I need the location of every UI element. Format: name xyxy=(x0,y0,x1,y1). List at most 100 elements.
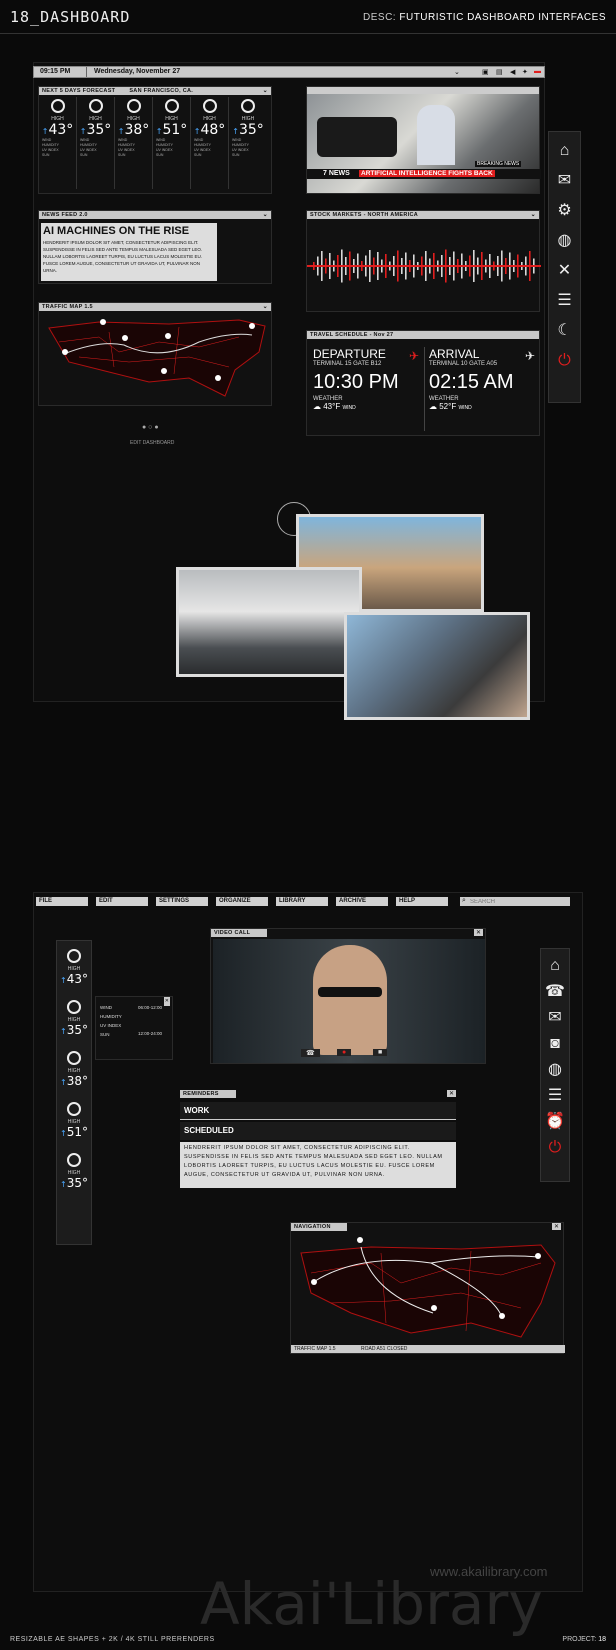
chevron-down-icon[interactable]: ⌄ xyxy=(454,68,460,76)
navigation-map[interactable] xyxy=(291,1233,563,1347)
map-pin-icon[interactable] xyxy=(215,375,221,381)
caller-figure xyxy=(313,945,387,1055)
menu-archive[interactable]: ARCHIVE xyxy=(336,897,388,906)
cloud-icon xyxy=(126,99,141,113)
map-pin-icon[interactable] xyxy=(62,349,68,355)
map-pin-icon[interactable] xyxy=(249,323,255,329)
arrival-block: ARRIVAL ✈ TERMINAL 10 GATE A05 02:15 AM … xyxy=(429,347,539,411)
settings-icon[interactable]: ✦ xyxy=(522,68,528,76)
weather-day: HIGH ↑35° xyxy=(57,1153,91,1190)
temp-value: ↑35° xyxy=(79,122,112,138)
database-icon[interactable]: ☰ xyxy=(554,290,576,312)
menu-file[interactable]: FILE xyxy=(36,897,88,906)
home-icon[interactable]: ⌂ xyxy=(554,140,576,162)
popup-humidity: HUMIDITY xyxy=(100,1014,122,1019)
system-top-bar: 09:15 PM Wednesday, November 27 ⌄ ▣ ▤ ◀ … xyxy=(33,66,545,78)
page-dots[interactable]: ● ○ ● xyxy=(142,424,159,431)
reminder-work[interactable]: WORK xyxy=(180,1102,456,1120)
forecast-panel: NEXT 5 DAYS FORECAST SAN FRANCISCO, CA. ⌄ … xyxy=(38,86,272,194)
close-icon[interactable]: ✕ xyxy=(473,929,483,936)
map-pin-icon[interactable] xyxy=(311,1279,317,1285)
moon-icon[interactable]: ☾ xyxy=(554,320,576,342)
close-icon[interactable]: ✕ xyxy=(554,260,576,282)
video-call-panel[interactable]: VIDEO CALL ✕ ☎ ● ■ xyxy=(210,928,486,1064)
power-icon[interactable]: ⏻ xyxy=(544,1137,566,1159)
mail-icon[interactable]: ✉ xyxy=(544,1007,566,1029)
video-icon[interactable]: ■ xyxy=(373,1049,388,1056)
forecast-title: NEXT 5 DAYS FORECAST xyxy=(42,88,116,94)
news-video-panel[interactable]: BREAKING NEWS 7 NEWS ARTIFICIAL INTELLIG… xyxy=(306,86,541,194)
sunglasses xyxy=(318,987,382,997)
photo-photographer[interactable] xyxy=(344,612,530,720)
search-icon: ⌕ xyxy=(462,897,466,904)
volume-icon[interactable]: ◀ xyxy=(510,68,515,76)
alarm-icon[interactable]: ⏰ xyxy=(544,1111,566,1133)
close-icon[interactable]: ✕ xyxy=(446,1090,456,1097)
forecast-day: HIGH ↑38° WIND HUMIDITY UV INDEX SUN xyxy=(115,97,153,189)
save-icon[interactable]: ▤ xyxy=(496,68,503,76)
home-icon[interactable]: ⌂ xyxy=(544,955,566,977)
record-icon[interactable]: ● xyxy=(337,1049,352,1056)
chevron-down-icon[interactable]: ⌄ xyxy=(263,87,268,95)
gear-icon[interactable]: ⚙ xyxy=(554,200,576,222)
weather-strip: HIGH ↑43° HIGH ↑35° HIGH ↑38° HIGH ↑51° HIGH… xyxy=(56,940,92,1245)
map-pin-icon[interactable] xyxy=(165,333,171,339)
close-icon[interactable]: ✕ xyxy=(551,1223,561,1230)
breaking-label: BREAKING NEWS xyxy=(475,161,522,167)
footer-right: PROJECT: 18 xyxy=(562,1636,606,1643)
menu-library[interactable]: LIBRARY xyxy=(276,897,328,906)
forecast-day: HIGH ↑48° WIND HUMIDITY UV INDEX SUN xyxy=(191,97,229,189)
forecast-day: HIGH ↑43° WIND HUMIDITY UV INDEX SUN xyxy=(39,97,77,189)
forecast-day: HIGH ↑35° WIND HUMIDITY UV INDEX SUN xyxy=(77,97,115,189)
map-pin-icon[interactable] xyxy=(499,1313,505,1319)
map-pin-icon[interactable] xyxy=(431,1305,437,1311)
menu-organize[interactable]: ORGANIZE xyxy=(216,897,268,906)
map-pin-icon[interactable] xyxy=(122,335,128,341)
page-title: 18_DASHBOARD xyxy=(10,8,131,26)
menu-settings[interactable]: SETTINGS xyxy=(156,897,208,906)
sun-icon xyxy=(202,99,217,113)
player-controls[interactable] xyxy=(307,87,539,94)
page-description: DESC: FUTURISTIC DASHBOARD INTERFACES xyxy=(363,12,606,23)
chevron-down-icon[interactable]: ⌄ xyxy=(263,303,268,311)
cloud-icon xyxy=(67,1051,81,1065)
navigation-panel[interactable]: NAVIGATION ✕ TRAFFIC MAP 1.5 ROAD A51 CL… xyxy=(290,1222,565,1354)
chevron-down-icon[interactable]: ⌄ xyxy=(531,211,536,219)
edit-dashboard-link[interactable]: EDIT DASHBOARD xyxy=(130,440,174,446)
reminder-scheduled[interactable]: SCHEDULED xyxy=(180,1122,456,1140)
menu-help[interactable]: HELP xyxy=(396,897,448,906)
news-card[interactable]: AI MACHINES ON THE RISE HENDRERIT IPSUM … xyxy=(41,223,217,281)
menu-bar: FILE EDIT SETTINGS ORGANIZE LIBRARY ARCH… xyxy=(36,897,581,907)
globe-icon[interactable]: ◍ xyxy=(544,1059,566,1081)
mail-icon[interactable]: ✉ xyxy=(554,170,576,192)
departure-block: DEPARTURE ✈ TERMINAL 15 GATE B12 10:30 P… xyxy=(313,347,425,411)
stock-chart[interactable] xyxy=(307,221,541,311)
phone-icon[interactable]: ☎ xyxy=(544,981,566,1003)
photo-bridge[interactable] xyxy=(176,567,362,677)
video-feed: ☎ ● ■ xyxy=(213,939,485,1063)
database-icon[interactable]: ☰ xyxy=(544,1085,566,1107)
close-icon[interactable]: ✕ xyxy=(163,997,170,1006)
map-pin-icon[interactable] xyxy=(535,1253,541,1259)
power-icon[interactable]: ⏻ xyxy=(554,350,576,372)
battery-icon: ▬ xyxy=(534,68,541,75)
cloud-rain-icon xyxy=(88,99,103,113)
weather-day: HIGH ↑35° xyxy=(57,1000,91,1037)
menu-edit[interactable]: EDIT xyxy=(96,897,148,906)
search-input[interactable] xyxy=(460,897,570,906)
map-pin-icon[interactable] xyxy=(100,319,106,325)
news-body: HENDRERIT IPSUM DOLOR SIT AMET, CONSECTE… xyxy=(43,240,203,273)
camera-icon[interactable]: ▣ xyxy=(482,68,489,76)
side-toolbar-1: ⌂ ✉ ⚙ ◍ ✕ ☰ ☾ ⏻ xyxy=(548,131,581,403)
globe-search-icon[interactable]: ◍ xyxy=(554,230,576,252)
hangup-icon[interactable]: ☎ xyxy=(301,1049,320,1057)
camera-icon[interactable]: ◙ xyxy=(544,1033,566,1055)
traffic-map-panel[interactable]: TRAFFIC MAP 1.5 ⌄ xyxy=(38,302,272,406)
map-pin-icon[interactable] xyxy=(161,368,167,374)
reminders-panel: REMINDERS ✕ WORK SCHEDULED HENDRERIT IPS… xyxy=(180,1090,456,1188)
chevron-down-icon[interactable]: ⌄ xyxy=(263,211,268,219)
news-headline: ARTIFICIAL INTELLIGENCE FIGHTS BACK xyxy=(359,170,495,177)
map-pin-icon[interactable] xyxy=(357,1237,363,1243)
stocks-title: STOCK MARKETS - NORTH AMERICA xyxy=(310,212,419,218)
us-map[interactable] xyxy=(39,312,273,404)
